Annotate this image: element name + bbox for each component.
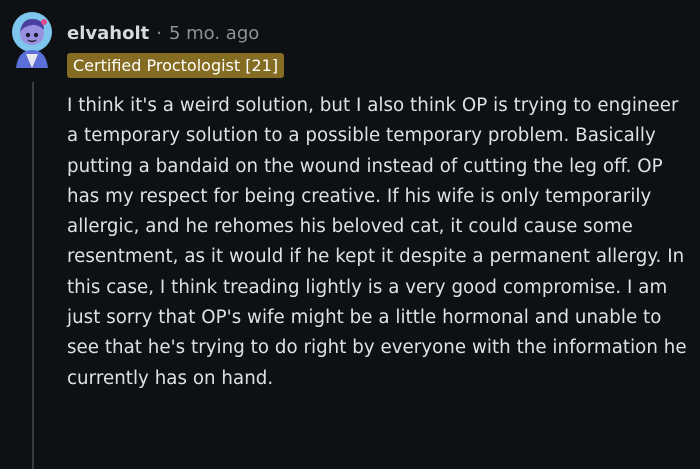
- meta-separator: ·: [156, 22, 162, 44]
- comment-author-link[interactable]: elvaholt: [67, 23, 149, 44]
- comment-body: I think it's a weird solution, but I als…: [67, 95, 687, 389]
- comment-thread-line[interactable]: [32, 82, 34, 469]
- user-flair-badge: Certified Proctologist [21]: [67, 53, 285, 78]
- snoo-avatar-icon: [12, 12, 52, 68]
- comment-timestamp[interactable]: 5 mo. ago: [169, 23, 259, 44]
- comment-meta: elvaholt · 5 mo. ago: [67, 20, 259, 46]
- user-avatar[interactable]: [10, 10, 54, 70]
